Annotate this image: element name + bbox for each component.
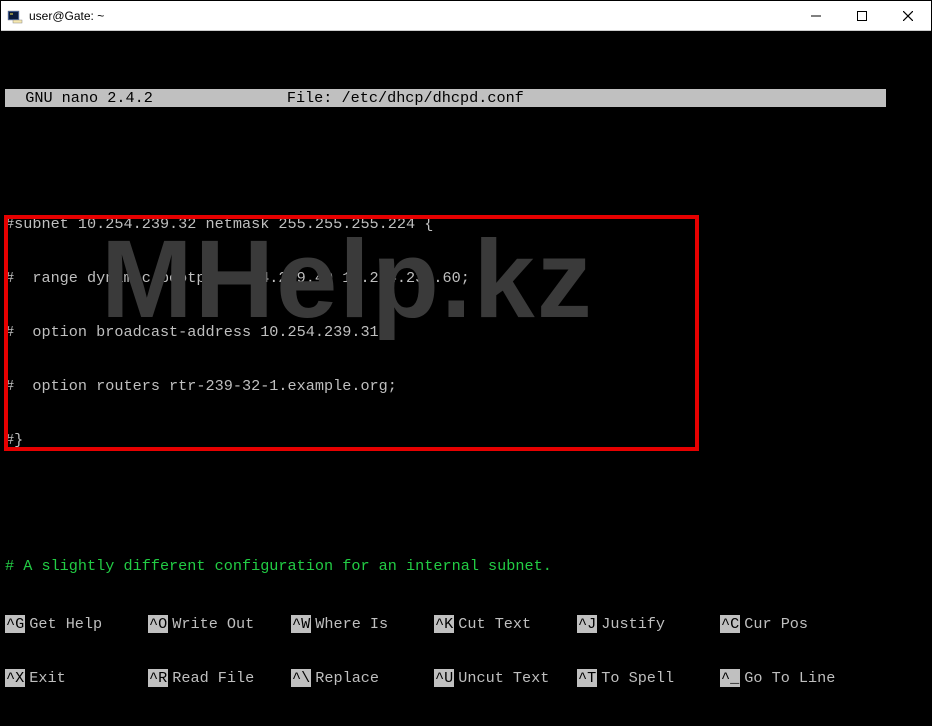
cut-shortcut[interactable]: ^KCut Text	[434, 615, 577, 633]
maximize-button[interactable]	[839, 1, 885, 30]
window-controls	[793, 1, 931, 30]
shortcut-label: Uncut Text	[458, 669, 549, 687]
subnet-config-line: # A slightly different configuration for…	[5, 557, 927, 575]
nano-header-pad-right	[526, 89, 886, 107]
footer-row-1: ^GGet Help ^OWrite Out ^WWhere Is ^KCut …	[5, 615, 927, 633]
key-label: ^J	[577, 615, 597, 633]
blank-line	[5, 485, 927, 503]
gotoline-shortcut[interactable]: ^_Go To Line	[720, 669, 863, 687]
nano-footer: ^GGet Help ^OWrite Out ^WWhere Is ^KCut …	[1, 579, 931, 725]
titlebar-left: user@Gate: ~	[7, 8, 104, 24]
minimize-button[interactable]	[793, 1, 839, 30]
shortcut-label: Exit	[29, 669, 65, 687]
shortcut-label: Justify	[601, 615, 665, 633]
key-label: ^K	[434, 615, 454, 633]
readfile-shortcut[interactable]: ^RRead File	[148, 669, 291, 687]
nano-file-label: File: /etc/dhcp/dhcpd.conf	[285, 89, 526, 107]
putty-window: user@Gate: ~ GNU nano 2.4.2 File: /etc/d…	[0, 0, 932, 726]
shortcut-label: Read File	[172, 669, 254, 687]
key-label: ^G	[5, 615, 25, 633]
config-line: # range dynamic-bootp 10.254.239.40 10.2…	[5, 269, 927, 287]
shortcut-label: Get Help	[29, 615, 102, 633]
footer-row-2: ^XExit ^RRead File ^\Replace ^UUncut Tex…	[5, 669, 927, 687]
help-shortcut[interactable]: ^GGet Help	[5, 615, 148, 633]
shortcut-label: Go To Line	[744, 669, 835, 687]
config-line: #}	[5, 431, 927, 449]
shortcut-label: Cut Text	[458, 615, 531, 633]
shortcut-label: Write Out	[172, 615, 254, 633]
shortcut-label: To Spell	[601, 669, 674, 687]
blank-line	[5, 161, 927, 179]
key-label: ^R	[148, 669, 168, 687]
shortcut-label: Cur Pos	[744, 615, 808, 633]
terminal[interactable]: GNU nano 2.4.2 File: /etc/dhcp/dhcpd.con…	[1, 31, 931, 725]
justify-shortcut[interactable]: ^JJustify	[577, 615, 720, 633]
nano-header-pad	[155, 89, 285, 107]
shortcut-label: Where Is	[315, 615, 388, 633]
whereis-shortcut[interactable]: ^WWhere Is	[291, 615, 434, 633]
writeout-shortcut[interactable]: ^OWrite Out	[148, 615, 291, 633]
key-label: ^U	[434, 669, 454, 687]
key-label: ^O	[148, 615, 168, 633]
key-label: ^T	[577, 669, 597, 687]
close-button[interactable]	[885, 1, 931, 30]
window-title: user@Gate: ~	[29, 9, 104, 23]
config-line: #subnet 10.254.239.32 netmask 255.255.25…	[5, 215, 927, 233]
tospell-shortcut[interactable]: ^TTo Spell	[577, 669, 720, 687]
curpos-shortcut[interactable]: ^CCur Pos	[720, 615, 863, 633]
key-label: ^W	[291, 615, 311, 633]
nano-app-name: GNU nano 2.4.2	[5, 89, 155, 107]
key-label: ^X	[5, 669, 25, 687]
key-label: ^\	[291, 669, 311, 687]
nano-header-row: GNU nano 2.4.2 File: /etc/dhcp/dhcpd.con…	[5, 89, 927, 107]
exit-shortcut[interactable]: ^XExit	[5, 669, 148, 687]
config-line: # option routers rtr-239-32-1.example.or…	[5, 377, 927, 395]
putty-icon	[7, 8, 23, 24]
config-line: # option broadcast-address 10.254.239.31…	[5, 323, 927, 341]
key-label: ^C	[720, 615, 740, 633]
titlebar: user@Gate: ~	[1, 1, 931, 31]
shortcut-label: Replace	[315, 669, 379, 687]
replace-shortcut[interactable]: ^\Replace	[291, 669, 434, 687]
uncut-shortcut[interactable]: ^UUncut Text	[434, 669, 577, 687]
key-label: ^_	[720, 669, 740, 687]
